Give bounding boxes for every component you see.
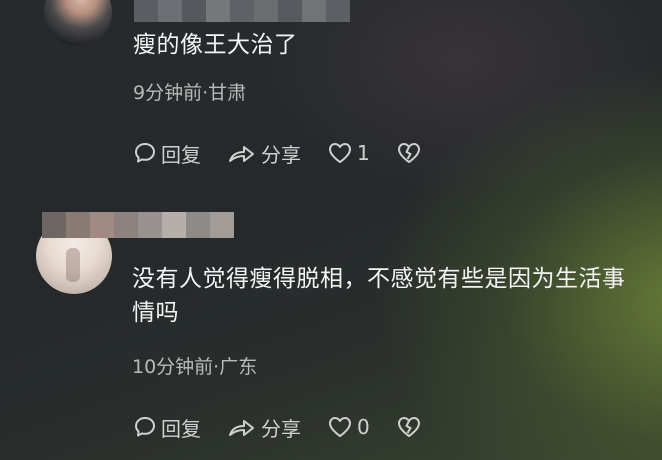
heart-icon bbox=[329, 417, 351, 437]
like-button[interactable]: 0 bbox=[327, 412, 370, 442]
reply-label: 回复 bbox=[161, 416, 201, 441]
broken-heart-icon bbox=[397, 417, 420, 437]
reply-button[interactable]: 回复 bbox=[133, 412, 201, 442]
like-count: 0 bbox=[357, 415, 370, 439]
dislike-button[interactable] bbox=[396, 412, 422, 442]
comment-text: 没有人觉得瘦得脱相，不感觉有些是因为生活事情吗 bbox=[132, 266, 626, 326]
comment-meta: 10分钟前·广东 bbox=[132, 356, 258, 378]
share-label: 分享 bbox=[261, 416, 301, 441]
share-button[interactable]: 分享 bbox=[227, 412, 301, 442]
comment-item-2: 没有人觉得瘦得脱相，不感觉有些是因为生活事情吗 10分钟前·广东 回复 分享 0 bbox=[0, 0, 662, 460]
comment-bubble-icon bbox=[135, 417, 155, 437]
avatar-detail bbox=[66, 248, 80, 282]
commenter-username-blurred[interactable] bbox=[42, 212, 234, 238]
comment-actions: 回复 分享 0 bbox=[133, 412, 448, 442]
share-arrow-icon bbox=[229, 420, 254, 436]
